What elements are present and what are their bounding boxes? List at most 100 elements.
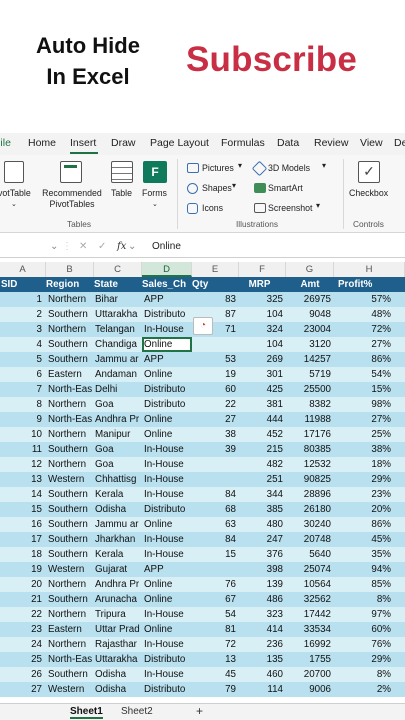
cell-qty[interactable] <box>192 472 239 487</box>
tab-data[interactable]: Data <box>277 137 299 149</box>
cell-sales-channel[interactable]: In-House <box>142 472 192 487</box>
cell-sid[interactable]: 21 <box>0 592 46 607</box>
header-state[interactable]: State <box>94 277 142 292</box>
cell-region[interactable]: Western <box>46 562 94 577</box>
cell-state[interactable]: Andhra Pr <box>94 577 142 592</box>
cell-sid[interactable]: 5 <box>0 352 46 367</box>
column-header-e[interactable]: E <box>192 262 239 277</box>
cell-qty[interactable]: 38 <box>192 427 239 442</box>
smartart-icon[interactable] <box>254 183 266 193</box>
chevron-down-icon[interactable]: ▾ <box>232 181 236 190</box>
cell-profit[interactable]: 8% <box>334 667 405 682</box>
header-region[interactable]: Region <box>46 277 94 292</box>
cell-state[interactable]: Gujarat <box>94 562 142 577</box>
cell-mrp[interactable]: 323 <box>239 607 286 622</box>
add-sheet-button[interactable]: + <box>196 704 203 718</box>
cell-region[interactable]: North-Eas <box>46 652 94 667</box>
cell-qty[interactable]: 15 <box>192 547 239 562</box>
cell-sid[interactable]: 17 <box>0 532 46 547</box>
cell-sales-channel[interactable]: Online <box>142 577 192 592</box>
cell-region[interactable]: Southern <box>46 337 94 352</box>
header-sales-channel[interactable]: Sales_Ch <box>142 277 192 292</box>
pivot-table-button[interactable]: ivotTable <box>0 188 31 198</box>
cell-mrp[interactable]: 398 <box>239 562 286 577</box>
cell-sid[interactable]: 25 <box>0 652 46 667</box>
cell-profit[interactable]: 45% <box>334 532 405 547</box>
cell-sales-channel[interactable]: In-House <box>142 442 192 457</box>
cell-sid[interactable]: 6 <box>0 367 46 382</box>
cell-state[interactable]: Jharkhan <box>94 532 142 547</box>
cell-profit[interactable]: 60% <box>334 622 405 637</box>
cell-sales-channel[interactable]: In-House <box>142 487 192 502</box>
pivot-table-icon[interactable] <box>4 161 24 183</box>
cell-state[interactable]: Arunacha <box>94 592 142 607</box>
quick-analysis-icon[interactable]: ◔ <box>193 317 213 335</box>
chevron-down-icon[interactable]: ▾ <box>316 201 320 210</box>
cell-sid[interactable]: 26 <box>0 667 46 682</box>
cell-region[interactable]: Northern <box>46 577 94 592</box>
column-header-c[interactable]: C <box>94 262 142 277</box>
header-qty[interactable]: Qty <box>192 277 239 292</box>
cell-sales-channel[interactable]: Distributo <box>142 307 192 322</box>
cell-state[interactable]: Bihar <box>94 292 142 307</box>
cell-sales-channel[interactable]: In-House <box>142 322 192 337</box>
cell-region[interactable]: Southern <box>46 307 94 322</box>
cell-mrp[interactable]: 301 <box>239 367 286 382</box>
cell-qty[interactable]: 76 <box>192 577 239 592</box>
cell-sales-channel[interactable]: Distributo <box>142 502 192 517</box>
cell-sales-channel[interactable]: Online <box>142 622 192 637</box>
cell-mrp[interactable]: 139 <box>239 577 286 592</box>
icons-icon[interactable] <box>187 203 198 214</box>
cell-sid[interactable]: 8 <box>0 397 46 412</box>
cell-sales-channel[interactable]: Distributo <box>142 382 192 397</box>
cell-amt[interactable]: 11988 <box>286 412 334 427</box>
3d-models-icon[interactable] <box>251 160 268 177</box>
cell-mrp[interactable]: 376 <box>239 547 286 562</box>
cell-amt[interactable]: 10564 <box>286 577 334 592</box>
cell-mrp[interactable]: 325 <box>239 292 286 307</box>
cancel-icon[interactable]: ✕ <box>79 241 87 252</box>
cell-sales-channel[interactable]: In-House <box>142 457 192 472</box>
cell-amt[interactable]: 33534 <box>286 622 334 637</box>
enter-icon[interactable]: ✓ <box>98 241 106 252</box>
cell-mrp[interactable]: 251 <box>239 472 286 487</box>
tab-file[interactable]: File <box>0 137 11 149</box>
pictures-icon[interactable] <box>187 163 199 173</box>
screenshot-button[interactable]: Screenshot <box>268 203 313 213</box>
cell-qty[interactable]: 63 <box>192 517 239 532</box>
cell-qty[interactable]: 60 <box>192 382 239 397</box>
cell-profit[interactable]: 27% <box>334 337 405 352</box>
cell-amt[interactable]: 30240 <box>286 517 334 532</box>
cell-profit[interactable]: 18% <box>334 457 405 472</box>
cell-profit[interactable]: 86% <box>334 352 405 367</box>
cell-sid[interactable]: 24 <box>0 637 46 652</box>
cell-qty[interactable]: 22 <box>192 397 239 412</box>
cell-sales-channel[interactable]: APP <box>142 292 192 307</box>
cell-qty[interactable]: 45 <box>192 667 239 682</box>
name-box-dropdown-icon[interactable]: ⌄ <box>50 241 58 252</box>
cell-sales-channel[interactable]: Online <box>142 427 192 442</box>
cell-sid[interactable]: 9 <box>0 412 46 427</box>
recommended-pivot-icon[interactable] <box>60 161 82 183</box>
cell-amt[interactable]: 26975 <box>286 292 334 307</box>
cell-mrp[interactable]: 247 <box>239 532 286 547</box>
cell-qty[interactable]: 13 <box>192 652 239 667</box>
cell-profit[interactable]: 85% <box>334 577 405 592</box>
cell-profit[interactable]: 23% <box>334 487 405 502</box>
cell-profit[interactable]: 25% <box>334 427 405 442</box>
cell-mrp[interactable]: 114 <box>239 682 286 697</box>
cell-qty[interactable] <box>192 337 239 352</box>
cell-amt[interactable]: 32562 <box>286 592 334 607</box>
cell-state[interactable]: Goa <box>94 397 142 412</box>
cell-region[interactable]: Eastern <box>46 622 94 637</box>
cell-sid[interactable]: 10 <box>0 427 46 442</box>
cell-sales-channel[interactable]: Online <box>142 517 192 532</box>
cell-profit[interactable]: 48% <box>334 307 405 322</box>
cell-region[interactable]: Southern <box>46 532 94 547</box>
cell-sid[interactable]: 4 <box>0 337 46 352</box>
cell-mrp[interactable]: 215 <box>239 442 286 457</box>
cell-state[interactable]: Andhra Pr <box>94 412 142 427</box>
cell-region[interactable]: Southern <box>46 667 94 682</box>
cell-state[interactable]: Andaman <box>94 367 142 382</box>
cell-qty[interactable]: 81 <box>192 622 239 637</box>
